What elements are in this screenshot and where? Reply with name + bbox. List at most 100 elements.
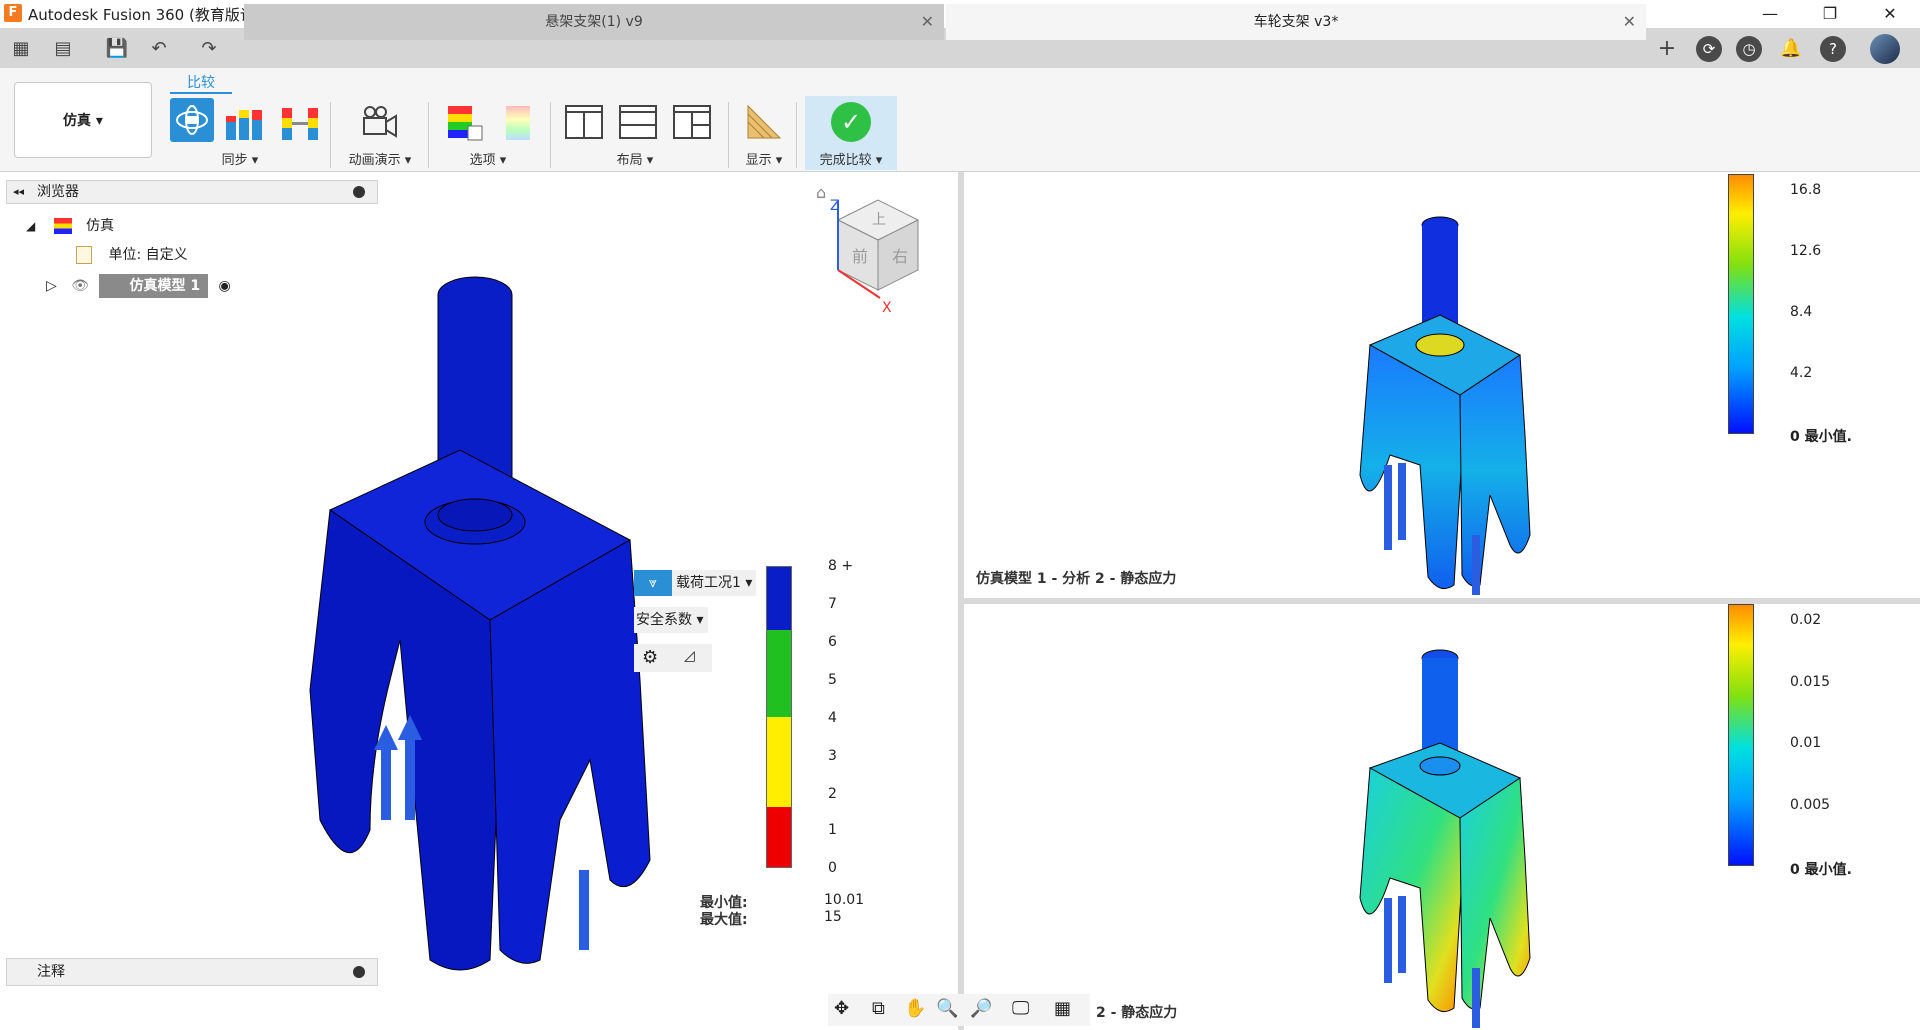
notification-icon[interactable]: 🔔: [1778, 36, 1804, 62]
close-tab-icon[interactable]: ✕: [921, 4, 934, 40]
collapse-icon[interactable]: ◂◂: [13, 181, 24, 203]
gear-icon[interactable]: ⚙: [642, 647, 658, 668]
new-tab-icon[interactable]: +: [1654, 36, 1680, 62]
tab-wheel-bracket[interactable]: 车轮支架 v3* ✕: [946, 4, 1646, 40]
legend-tick: 0 最小值.: [1790, 429, 1852, 445]
home-icon[interactable]: ⌂: [816, 183, 826, 202]
viewcube-top-label: 上: [872, 212, 886, 228]
sync-camera-icon: [176, 105, 208, 135]
result-type-dropdown[interactable]: 安全系数 ▾: [634, 607, 708, 633]
display-button[interactable]: [744, 102, 782, 139]
browser-panel-header[interactable]: ◂◂ 浏览器: [6, 180, 378, 204]
activate-radio-icon[interactable]: ◉: [219, 278, 231, 294]
group-finish-label[interactable]: 完成比较 ▾: [805, 149, 897, 168]
animate-button[interactable]: [360, 102, 397, 138]
layout-horizontal-button[interactable]: [618, 102, 657, 139]
legend-shape-icon[interactable]: ◿: [684, 648, 695, 664]
units-icon: [76, 246, 92, 264]
gradient-icon: [506, 106, 530, 140]
sync-results-button[interactable]: [224, 102, 262, 140]
options-legend-button[interactable]: [446, 102, 483, 141]
redo-icon[interactable]: ↷: [196, 36, 222, 62]
viewcube[interactable]: 上 前 右 Z X ⌂: [808, 180, 948, 320]
browser-title: 浏览器: [37, 184, 79, 200]
load-case-dropdown[interactable]: 载荷工况1 ▾: [672, 570, 756, 596]
displacement-legend-bar-bottom: [1728, 604, 1754, 866]
legend-tick: 0 最小值.: [1790, 862, 1852, 878]
workspace-switcher[interactable]: 仿真 ▾: [14, 82, 152, 158]
layout-vertical-button[interactable]: [564, 102, 603, 139]
max-value: 15: [824, 909, 842, 925]
tree-units[interactable]: 单位: 自定义: [76, 243, 188, 267]
zoom-icon[interactable]: 🔍: [936, 998, 958, 1019]
tab-compare[interactable]: 比较: [170, 72, 232, 94]
ribbon-divider: [728, 102, 729, 168]
legend-tick: 4: [828, 710, 837, 726]
window-title: Autodesk Fusion 360 (教育版许可): [28, 6, 276, 24]
layout-vertical-icon: [565, 105, 603, 139]
bottom-right-model-view[interactable]: [1350, 648, 1540, 1030]
legend-options-icon: [448, 106, 483, 141]
sync-results-icon: [226, 110, 262, 140]
legend-tick: 5: [828, 672, 837, 688]
legend-tick: 7: [828, 596, 837, 612]
orbit-icon[interactable]: ✥: [834, 998, 849, 1019]
group-display-label[interactable]: 显示 ▾: [736, 149, 792, 168]
group-layout-label[interactable]: 布局 ▾: [590, 149, 680, 168]
ribbon-divider: [796, 102, 797, 168]
avatar[interactable]: [1870, 34, 1900, 64]
sync-legend-icon: [282, 108, 318, 140]
layout-horizontal-icon: [619, 105, 657, 139]
ribbon-divider: [550, 102, 551, 168]
legend-tick: 0.005: [1790, 797, 1831, 813]
tree-item-label: 仿真模型 1: [99, 274, 209, 298]
simulation-icon: [53, 218, 72, 234]
legend-tick: 4.2: [1790, 365, 1813, 381]
group-animate-label[interactable]: 动画演示 ▾: [340, 149, 420, 168]
tree-root[interactable]: ◢ 仿真: [26, 214, 114, 238]
expand-arrow-icon[interactable]: ▷: [46, 278, 57, 294]
close-tab-icon[interactable]: ✕: [1623, 4, 1636, 40]
display-settings-icon[interactable]: 🖵: [1012, 998, 1029, 1019]
group-options-label[interactable]: 选项 ▾: [448, 149, 528, 168]
group-sync-label[interactable]: 同步 ▾: [170, 149, 310, 168]
layout-three-button[interactable]: [672, 102, 711, 139]
file-icon[interactable]: ▤: [50, 36, 76, 62]
legend-tick: 0.01: [1790, 735, 1822, 751]
fusion-logo-icon: F: [4, 4, 22, 22]
viewcube-right-label: 右: [892, 247, 908, 266]
close-icon[interactable]: ✕: [1865, 0, 1915, 28]
options-gradient-button[interactable]: [500, 102, 536, 140]
undo-icon[interactable]: ↶: [146, 36, 172, 62]
sync-camera-button[interactable]: [170, 98, 214, 142]
pin-icon[interactable]: [353, 186, 365, 198]
sync-icon[interactable]: ⟳: [1696, 36, 1722, 62]
stress-legend-bar-top: [1728, 174, 1754, 434]
legend-tick: 8 +: [828, 558, 854, 574]
tree-sim-model[interactable]: ▷ 👁 仿真模型 1 ◉: [46, 274, 231, 298]
left-model-view[interactable]: [290, 260, 670, 980]
restore-icon[interactable]: ❐: [1805, 0, 1855, 28]
minimize-icon[interactable]: —: [1745, 0, 1795, 28]
tab-suspension-bracket[interactable]: 悬架支架(1) v9 ✕: [244, 4, 944, 40]
visibility-eye-icon[interactable]: 👁: [71, 278, 89, 294]
layout-three-icon: [673, 105, 711, 139]
grid-icon[interactable]: ▦: [1054, 998, 1071, 1019]
jobs-icon[interactable]: ◷: [1736, 36, 1762, 62]
help-icon[interactable]: ?: [1820, 36, 1846, 62]
sync-legend-button[interactable]: [280, 102, 318, 140]
app-grid-icon[interactable]: ▦: [8, 36, 34, 62]
look-at-icon[interactable]: ⧉: [872, 998, 885, 1019]
fit-icon[interactable]: 🔎: [970, 998, 992, 1019]
pan-icon[interactable]: ✋: [904, 998, 926, 1019]
ribbon-divider: [330, 102, 331, 168]
save-icon[interactable]: 💾: [104, 36, 130, 62]
legend-tick: 0.02: [1790, 612, 1822, 628]
tree-item-label: 仿真: [86, 218, 115, 234]
expand-icon[interactable]: ◢: [26, 219, 35, 233]
legend-tools: ⚙ ◿: [634, 644, 712, 672]
results-toggle-icon[interactable]: ⩔: [634, 570, 672, 596]
camera-icon: [363, 106, 397, 138]
legend-tick: 16.8: [1790, 182, 1822, 198]
top-right-model-view[interactable]: [1350, 215, 1540, 600]
